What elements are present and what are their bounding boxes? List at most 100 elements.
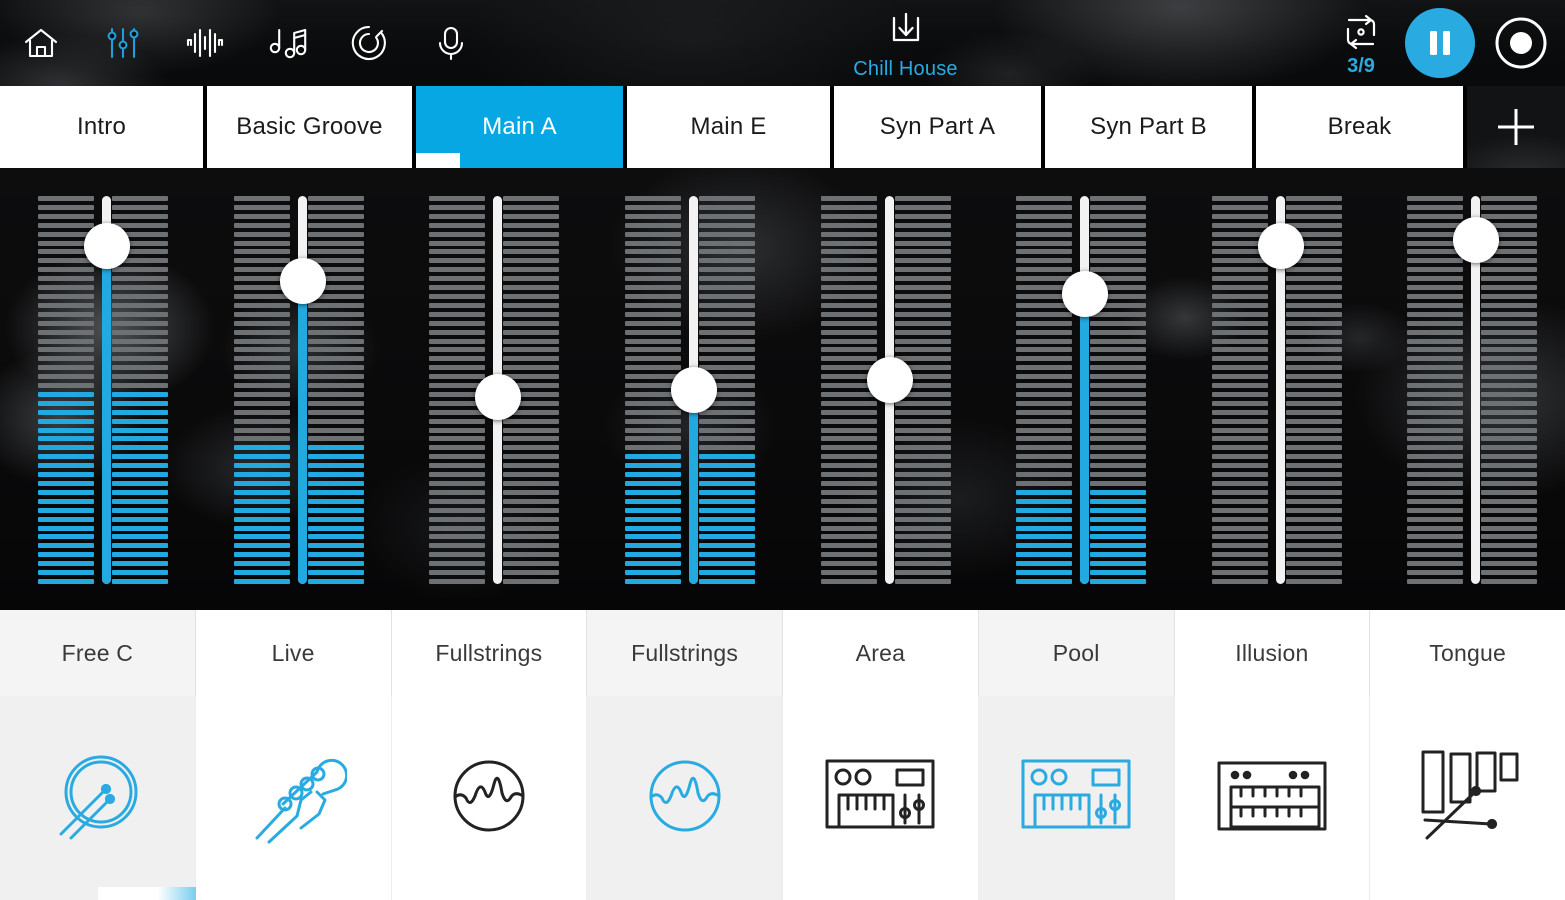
channel-instrument-cell[interactable] xyxy=(978,696,1175,900)
channel-label-cell[interactable]: Pool xyxy=(978,610,1175,696)
channel-label-cell[interactable]: Area xyxy=(783,610,979,696)
channel-instrument-cell[interactable] xyxy=(1370,696,1565,900)
channel-label-cell[interactable]: Illusion xyxy=(1174,610,1371,696)
meter-tick xyxy=(38,383,94,389)
meter-tick xyxy=(1211,427,1268,433)
meter-tick xyxy=(894,285,951,291)
tab-break[interactable]: Break xyxy=(1256,86,1467,168)
meter-tick xyxy=(1090,409,1147,415)
tab-intro[interactable]: Intro xyxy=(0,86,207,168)
meter-tick xyxy=(307,374,364,380)
meter-tick xyxy=(624,525,681,531)
meter-tick xyxy=(1481,445,1538,451)
meter-tick xyxy=(1407,338,1464,344)
record-button[interactable] xyxy=(1494,16,1548,70)
meter-tick xyxy=(1285,347,1342,353)
tab-main-e[interactable]: Main E xyxy=(627,86,834,168)
meter-tick xyxy=(1090,231,1147,237)
channel-name-label: Free C xyxy=(61,639,134,666)
tab-label: Break xyxy=(1327,113,1392,140)
fader-track[interactable] xyxy=(297,196,307,584)
fader-knob[interactable] xyxy=(279,257,326,304)
meter-tick xyxy=(429,570,486,576)
channel-label-cell[interactable]: Fullstrings xyxy=(391,610,588,696)
meter-tick xyxy=(1285,391,1342,397)
meter-tick xyxy=(307,552,364,558)
meter-tick xyxy=(307,507,364,513)
meter-tick xyxy=(503,267,560,273)
waveform-circle-icon xyxy=(635,746,735,851)
channel-label-cell[interactable]: Tongue xyxy=(1370,610,1565,696)
meter-tick xyxy=(1481,365,1538,371)
meter-tick xyxy=(233,231,290,237)
meter-tick xyxy=(233,489,290,495)
meter-tick xyxy=(1016,240,1073,246)
knob-dial-icon[interactable] xyxy=(328,0,410,86)
meter-tick xyxy=(1090,525,1147,531)
tab-main-a[interactable]: Main A xyxy=(416,86,627,168)
channel-label-cell[interactable]: Live xyxy=(195,610,392,696)
play-pause-button[interactable] xyxy=(1405,8,1475,78)
save-project-button[interactable]: Chill House xyxy=(838,10,973,81)
meter-tick xyxy=(1407,329,1464,335)
meter-tick xyxy=(429,463,486,469)
music-notes-icon[interactable] xyxy=(246,0,328,86)
fader-knob[interactable] xyxy=(1453,216,1500,263)
meter-tick xyxy=(1407,356,1464,362)
meter-tick xyxy=(307,196,364,201)
meter-tick xyxy=(38,418,94,424)
meter-tick xyxy=(624,507,681,513)
meter-tick xyxy=(820,338,877,344)
meter-tick xyxy=(820,196,877,201)
meter-tick xyxy=(1211,516,1268,522)
fader-knob[interactable] xyxy=(670,367,717,413)
waveform-icon[interactable] xyxy=(164,0,246,86)
meter-tick xyxy=(38,267,94,273)
tab-syn-part-a[interactable]: Syn Part A xyxy=(834,86,1045,168)
fader-track[interactable] xyxy=(1080,196,1090,584)
meter-tick xyxy=(429,196,486,201)
channel-instrument-cell[interactable] xyxy=(0,696,256,900)
fader-knob[interactable] xyxy=(1257,223,1304,270)
meter-tick xyxy=(698,409,755,415)
fader-knob[interactable] xyxy=(475,373,522,420)
meter-tick xyxy=(503,240,560,246)
meter-tick xyxy=(1211,356,1268,362)
meter-tick xyxy=(1211,320,1268,326)
meter-tick xyxy=(307,409,364,415)
meter-tick xyxy=(1407,436,1464,442)
meter-tick xyxy=(429,302,486,308)
meter-tick xyxy=(820,311,877,317)
meter-tick xyxy=(307,383,364,389)
meter-tick xyxy=(503,285,560,291)
tab-basic-groove[interactable]: Basic Groove xyxy=(207,86,416,168)
meter-tick xyxy=(698,516,755,522)
meter-tick xyxy=(894,543,951,549)
channel-icon-row xyxy=(0,696,1565,900)
channel-instrument-cell[interactable] xyxy=(195,696,392,900)
channel-label-cell[interactable]: Free C xyxy=(0,610,196,696)
channel-instrument-cell[interactable] xyxy=(1174,696,1371,900)
meter-tick xyxy=(624,204,681,210)
loop-button[interactable]: 3/9 xyxy=(1330,13,1392,78)
meter-tick xyxy=(698,463,755,469)
meter-tick xyxy=(698,365,755,371)
channel-label-cell[interactable]: Fullstrings xyxy=(587,610,783,696)
meter-tick xyxy=(894,578,951,584)
channel-instrument-cell[interactable] xyxy=(587,696,783,900)
meter-tick xyxy=(1211,391,1268,397)
meter-tick xyxy=(820,436,877,442)
add-section-button[interactable] xyxy=(1467,86,1565,168)
tab-syn-part-b[interactable]: Syn Part B xyxy=(1045,86,1256,168)
microphone-icon[interactable] xyxy=(410,0,492,86)
meter-tick xyxy=(1407,365,1464,371)
mixer-sliders-icon[interactable] xyxy=(82,0,164,86)
channel-instrument-cell[interactable] xyxy=(783,696,979,900)
home-icon[interactable] xyxy=(0,0,82,86)
fader-knob[interactable] xyxy=(866,356,913,403)
channel-instrument-cell[interactable] xyxy=(391,696,588,900)
meter-tick xyxy=(624,338,681,344)
meter-tick xyxy=(820,409,877,415)
meter-tick xyxy=(1090,534,1147,540)
meter-tick xyxy=(1407,498,1464,504)
